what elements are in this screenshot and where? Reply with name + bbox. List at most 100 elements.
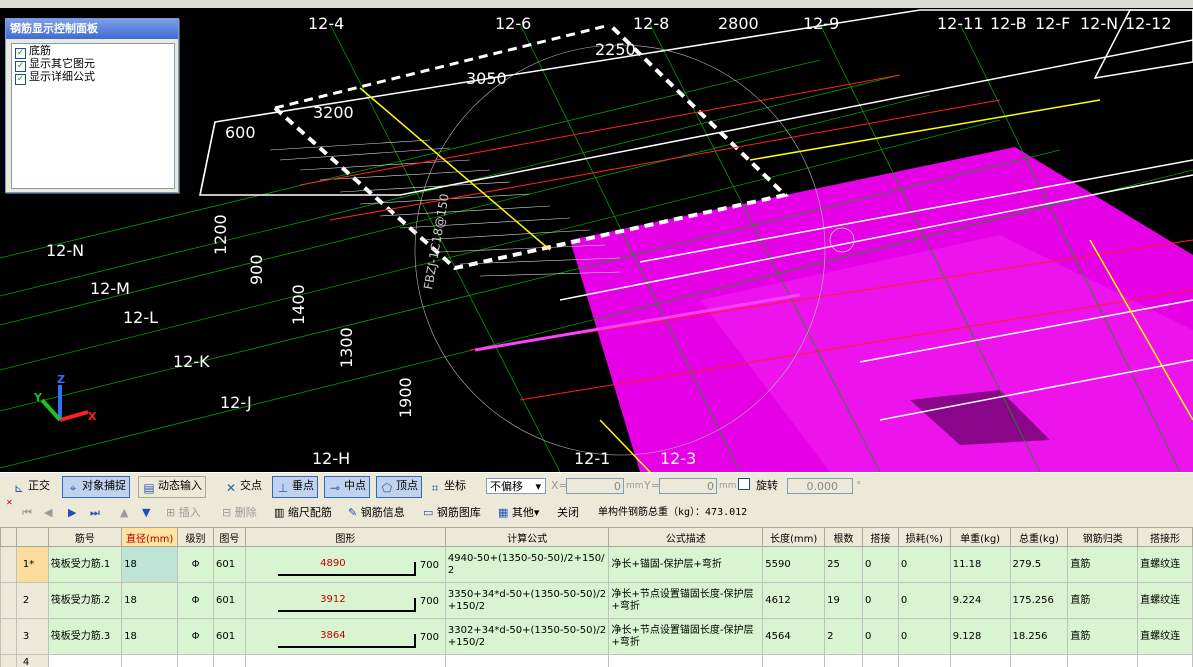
offset-mode-select[interactable]: 不偏移 ▾: [486, 476, 546, 496]
option-show-detailed-formula[interactable]: ✓ 显示详细公式: [15, 71, 174, 85]
col-unit-weight[interactable]: 单重(kg): [949, 527, 1011, 547]
table-row[interactable]: 1* 筏板受力筋.1 18 Φ 601 4890 700 4940-50+(135…: [0, 546, 1193, 583]
cell-total-weight[interactable]: 18.256: [1009, 618, 1069, 655]
object-snap-button[interactable]: ⌖ 对象捕捉: [62, 476, 130, 498]
cell-bar-no[interactable]: 筏板受力筋.3: [47, 618, 123, 655]
col-bar-no[interactable]: 筋号: [47, 527, 123, 547]
cell-fig-no[interactable]: 601: [212, 618, 246, 655]
col-lap[interactable]: 搭接: [861, 527, 899, 547]
cell-empty[interactable]: [1067, 654, 1139, 667]
cell-lap[interactable]: 0: [861, 618, 899, 655]
move-up-icon[interactable]: ▲: [120, 504, 128, 522]
cell-empty[interactable]: [608, 654, 764, 667]
cell-lap[interactable]: 0: [861, 582, 899, 619]
cell-total-weight[interactable]: 175.256: [1009, 582, 1069, 619]
row-header[interactable]: 1*: [15, 546, 49, 583]
close-button[interactable]: 关闭: [557, 504, 579, 522]
x-field[interactable]: 0: [566, 478, 624, 494]
cell-description[interactable]: 净长+锚固-保护层+弯折: [608, 546, 764, 583]
cell-loss[interactable]: 0: [897, 582, 951, 619]
cell-empty[interactable]: [244, 654, 446, 667]
other-menu-button[interactable]: ▦ 其他▾: [498, 504, 539, 522]
cell-category[interactable]: 直筋: [1067, 546, 1139, 583]
scale-rebar-button[interactable]: ▥ 缩尺配筋: [274, 504, 332, 522]
cell-category[interactable]: 直筋: [1067, 618, 1139, 655]
cell-empty[interactable]: [949, 654, 1011, 667]
cell-bar-no[interactable]: 筏板受力筋.1: [47, 546, 123, 583]
cell-diameter[interactable]: 18: [121, 546, 179, 583]
cell-diameter[interactable]: 18: [121, 618, 179, 655]
cell-lap[interactable]: 0: [861, 546, 899, 583]
perpendicular-snap-button[interactable]: ⊥ 垂点: [272, 476, 318, 498]
cell-fig-no[interactable]: 601: [212, 582, 246, 619]
vertex-snap-button[interactable]: ⬠ 顶点: [376, 476, 422, 498]
cell-count[interactable]: 25: [824, 546, 863, 583]
table-row-empty[interactable]: 4: [0, 654, 1193, 667]
y-field[interactable]: 0: [659, 478, 717, 494]
last-record-icon[interactable]: ⏭: [90, 504, 100, 522]
cell-lap-type[interactable]: 直螺纹连: [1137, 618, 1193, 655]
rotate-field[interactable]: 0.000: [787, 478, 853, 494]
cell-count[interactable]: 2: [824, 618, 863, 655]
col-fig-no[interactable]: 图号: [212, 527, 246, 547]
table-row[interactable]: 2 筏板受力筋.2 18 Φ 601 3912 700 3350+34*d-50+…: [0, 582, 1193, 619]
col-length[interactable]: 长度(mm): [762, 527, 826, 547]
first-record-icon[interactable]: ⏮: [22, 504, 32, 522]
checkbox-unchecked-icon[interactable]: [738, 478, 750, 490]
cell-diameter[interactable]: 18: [121, 582, 179, 619]
cell-loss[interactable]: 0: [897, 546, 951, 583]
delete-button[interactable]: ⊟ 删除: [222, 504, 257, 522]
cell-formula[interactable]: 3302+34*d-50+(1350-50-50)/2+150/2: [444, 618, 610, 655]
intersection-snap-button[interactable]: ✕ 交点: [224, 476, 262, 496]
cell-lap-type[interactable]: 直螺纹连: [1137, 582, 1193, 619]
cell-total-weight[interactable]: 279.5: [1009, 546, 1069, 583]
cell-shape[interactable]: 3912 700: [244, 582, 446, 619]
cell-empty[interactable]: [444, 654, 610, 667]
col-loss[interactable]: 损耗(%): [897, 527, 951, 547]
row-header[interactable]: 2: [15, 582, 49, 619]
cell-fig-no[interactable]: 601: [212, 546, 246, 583]
next-record-icon[interactable]: ▶: [68, 504, 76, 522]
cell-shape[interactable]: 4890 700: [244, 546, 446, 583]
x-input[interactable]: 0: [566, 476, 624, 496]
cell-empty[interactable]: [824, 654, 863, 667]
col-category[interactable]: 钢筋归类: [1067, 527, 1139, 547]
cell-empty[interactable]: [861, 654, 899, 667]
cell-grade[interactable]: Φ: [177, 582, 214, 619]
y-input[interactable]: 0: [659, 476, 717, 496]
close-pane-icon[interactable]: ✕: [6, 499, 13, 507]
col-total-weight[interactable]: 总重(kg): [1009, 527, 1069, 547]
col-lap-type[interactable]: 搭接形: [1137, 527, 1193, 547]
cell-empty[interactable]: [212, 654, 246, 667]
cell-length[interactable]: 5590: [762, 546, 826, 583]
row-header[interactable]: 4: [15, 654, 49, 667]
col-description[interactable]: 公式描述: [608, 527, 764, 547]
table-row[interactable]: 3 筏板受力筋.3 18 Φ 601 3864 700 3302+34*d-50+…: [0, 618, 1193, 655]
cell-empty[interactable]: [1137, 654, 1193, 667]
cell-unit-weight[interactable]: 9.128: [949, 618, 1011, 655]
cell-length[interactable]: 4564: [762, 618, 826, 655]
3d-viewport[interactable]: 12-4 12-6 12-8 12-9 12-11 12-B 12-F 12-N…: [0, 8, 1193, 472]
cell-grade[interactable]: Φ: [177, 546, 214, 583]
cell-empty[interactable]: [762, 654, 826, 667]
dynamic-input-button[interactable]: ▤ 动态输入: [138, 476, 206, 498]
option-show-other-elements[interactable]: ✓ 显示其它图元: [15, 58, 174, 72]
col-shape[interactable]: 图形: [244, 527, 446, 547]
cell-length[interactable]: 4612: [762, 582, 826, 619]
checkbox-checked-icon[interactable]: ✓: [15, 74, 26, 85]
cell-unit-weight[interactable]: 9.224: [949, 582, 1011, 619]
rotate-checkbox[interactable]: [738, 476, 750, 496]
col-formula[interactable]: 计算公式: [444, 527, 610, 547]
cell-empty[interactable]: [177, 654, 214, 667]
midpoint-snap-button[interactable]: ⊸ 中点: [324, 476, 370, 498]
cell-empty[interactable]: [1009, 654, 1069, 667]
cell-empty[interactable]: [897, 654, 951, 667]
coordinate-button[interactable]: ⌗ 坐标: [428, 476, 466, 496]
cell-count[interactable]: 19: [824, 582, 863, 619]
cell-category[interactable]: 直筋: [1067, 582, 1139, 619]
rebar-info-button[interactable]: ✎ 钢筋信息: [348, 504, 405, 522]
cell-description[interactable]: 净长+节点设置锚固长度-保护层+弯折: [608, 582, 764, 619]
col-count[interactable]: 根数: [824, 527, 863, 547]
cell-empty[interactable]: [47, 654, 123, 667]
col-grade[interactable]: 级别: [177, 527, 214, 547]
